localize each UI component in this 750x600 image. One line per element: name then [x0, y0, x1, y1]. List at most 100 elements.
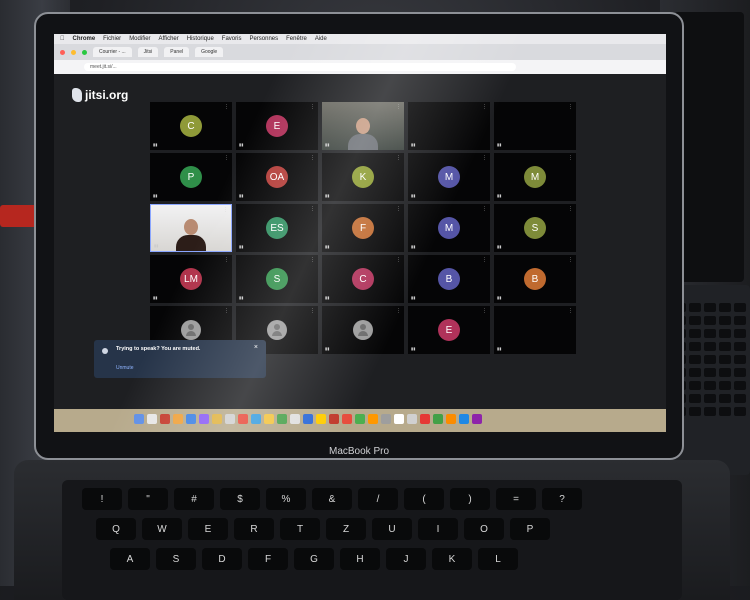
menubar-item[interactable]: Historique [187, 36, 214, 42]
participant-tile[interactable]: OA ▮▮ ⋮ [236, 153, 318, 201]
more-options-icon[interactable]: ⋮ [396, 206, 401, 212]
apple-icon[interactable]:  [60, 36, 65, 42]
keyboard-key[interactable]: T [280, 518, 320, 540]
keyboard-key[interactable]: A [110, 548, 150, 570]
participant-tile[interactable]: F ▮▮ ⋮ [322, 204, 404, 252]
dock-app-icon[interactable] [472, 414, 482, 424]
browser-tab[interactable]: Courrier - ... [93, 47, 132, 57]
keyboard-key[interactable]: U [372, 518, 412, 540]
keyboard-key[interactable]: G [294, 548, 334, 570]
keyboard-key[interactable]: Z [326, 518, 366, 540]
keyboard-key[interactable]: Q [96, 518, 136, 540]
more-options-icon[interactable]: ⋮ [568, 104, 573, 110]
participant-tile[interactable]: M ▮▮ ⋮ [408, 153, 490, 201]
menubar-item[interactable]: Aide [315, 36, 327, 42]
more-options-icon[interactable]: ⋮ [482, 155, 487, 161]
keyboard-key[interactable]: P [510, 518, 550, 540]
more-options-icon[interactable]: ⋮ [396, 308, 401, 314]
keyboard-key[interactable]: K [432, 548, 472, 570]
keyboard-key[interactable]: S [156, 548, 196, 570]
menubar-item[interactable]: Fichier [103, 36, 121, 42]
dock-app-icon[interactable] [446, 414, 456, 424]
dock-app-icon[interactable] [225, 414, 235, 424]
dock-app-icon[interactable] [212, 414, 222, 424]
dock-app-icon[interactable] [316, 414, 326, 424]
participant-tile[interactable]: ▮▮ ⋮ [494, 306, 576, 354]
dock-app-icon[interactable] [368, 414, 378, 424]
url-input[interactable]: meet.jit.si/... [84, 63, 516, 71]
unmute-button[interactable]: Unmute [116, 365, 134, 371]
keyboard-key[interactable]: & [312, 488, 352, 510]
participant-tile[interactable]: LM ▮▮ ⋮ [150, 255, 232, 303]
dock-app-icon[interactable] [433, 414, 443, 424]
participant-tile[interactable]: M ▮▮ ⋮ [408, 204, 490, 252]
keyboard-key[interactable]: E [188, 518, 228, 540]
keyboard-key[interactable]: O [464, 518, 504, 540]
keyboard-key[interactable]: J [386, 548, 426, 570]
keyboard-key[interactable]: = [496, 488, 536, 510]
dock-app-icon[interactable] [459, 414, 469, 424]
dock-app-icon[interactable] [407, 414, 417, 424]
keyboard-key[interactable]: ) [450, 488, 490, 510]
participant-tile[interactable]: S ▮▮ ⋮ [494, 204, 576, 252]
dock-app-icon[interactable] [238, 414, 248, 424]
keyboard-key[interactable]: # [174, 488, 214, 510]
participant-tile[interactable]: C ▮▮ ⋮ [322, 255, 404, 303]
browser-tab[interactable]: Google [195, 47, 224, 57]
participant-tile[interactable]: ▮▮ ⋮ [322, 102, 404, 150]
keyboard-key[interactable]: ( [404, 488, 444, 510]
participant-tile[interactable]: B ▮▮ ⋮ [494, 255, 576, 303]
zoom-window-button[interactable] [82, 49, 87, 55]
dock-app-icon[interactable] [329, 414, 339, 424]
menubar-item[interactable]: Chrome [73, 36, 96, 42]
more-options-icon[interactable]: ⋮ [568, 257, 573, 263]
dock-app-icon[interactable] [394, 414, 404, 424]
keyboard-key[interactable]: I [418, 518, 458, 540]
keyboard-key[interactable]: / [358, 488, 398, 510]
minimize-window-button[interactable] [71, 49, 76, 55]
participant-tile[interactable]: ES ▮▮ ⋮ [236, 204, 318, 252]
keyboard-key[interactable]: W [142, 518, 182, 540]
participant-tile[interactable]: K ▮▮ ⋮ [322, 153, 404, 201]
dock-app-icon[interactable] [381, 414, 391, 424]
keyboard-key[interactable]: % [266, 488, 306, 510]
keyboard-key[interactable]: $ [220, 488, 260, 510]
menubar-item[interactable]: Afficher [159, 36, 179, 42]
browser-tab[interactable]: Jitsi [137, 47, 159, 57]
participant-tile[interactable]: B ▮▮ ⋮ [408, 255, 490, 303]
more-options-icon[interactable]: ⋮ [396, 155, 401, 161]
more-options-icon[interactable]: ⋮ [568, 206, 573, 212]
participant-tile[interactable]: ▮▮ ⋮ [150, 204, 232, 252]
participant-tile[interactable]: ▮▮ ⋮ [408, 102, 490, 150]
close-notification-button[interactable]: × [254, 344, 258, 351]
keyboard-key[interactable]: H [340, 548, 380, 570]
close-window-button[interactable] [60, 49, 65, 55]
keyboard-key[interactable]: ? [542, 488, 582, 510]
dock-app-icon[interactable] [264, 414, 274, 424]
dock-app-icon[interactable] [199, 414, 209, 424]
participant-tile[interactable]: ▮▮ ⋮ [494, 102, 576, 150]
more-options-icon[interactable]: ⋮ [568, 308, 573, 314]
menubar-item[interactable]: Favoris [222, 36, 242, 42]
keyboard-key[interactable]: " [128, 488, 168, 510]
dock-app-icon[interactable] [186, 414, 196, 424]
keyboard-key[interactable]: ! [82, 488, 122, 510]
more-options-icon[interactable]: ⋮ [396, 104, 401, 110]
menubar-item[interactable]: Personnes [249, 36, 278, 42]
more-options-icon[interactable]: ⋮ [482, 104, 487, 110]
more-options-icon[interactable]: ⋮ [482, 257, 487, 263]
more-options-icon[interactable]: ⋮ [310, 206, 315, 212]
participant-tile[interactable]: E ▮▮ ⋮ [236, 102, 318, 150]
keyboard-key[interactable]: L [478, 548, 518, 570]
more-options-icon[interactable]: ⋮ [310, 257, 315, 263]
keyboard-key[interactable]: F [248, 548, 288, 570]
more-options-icon[interactable]: ⋮ [224, 155, 229, 161]
dock-app-icon[interactable] [160, 414, 170, 424]
dock-app-icon[interactable] [342, 414, 352, 424]
more-options-icon[interactable]: ⋮ [482, 206, 487, 212]
participant-tile[interactable]: M ▮▮ ⋮ [494, 153, 576, 201]
browser-tab[interactable]: Panel [164, 47, 190, 57]
more-options-icon[interactable]: ⋮ [310, 104, 315, 110]
participant-tile[interactable]: S ▮▮ ⋮ [236, 255, 318, 303]
keyboard-key[interactable]: D [202, 548, 242, 570]
